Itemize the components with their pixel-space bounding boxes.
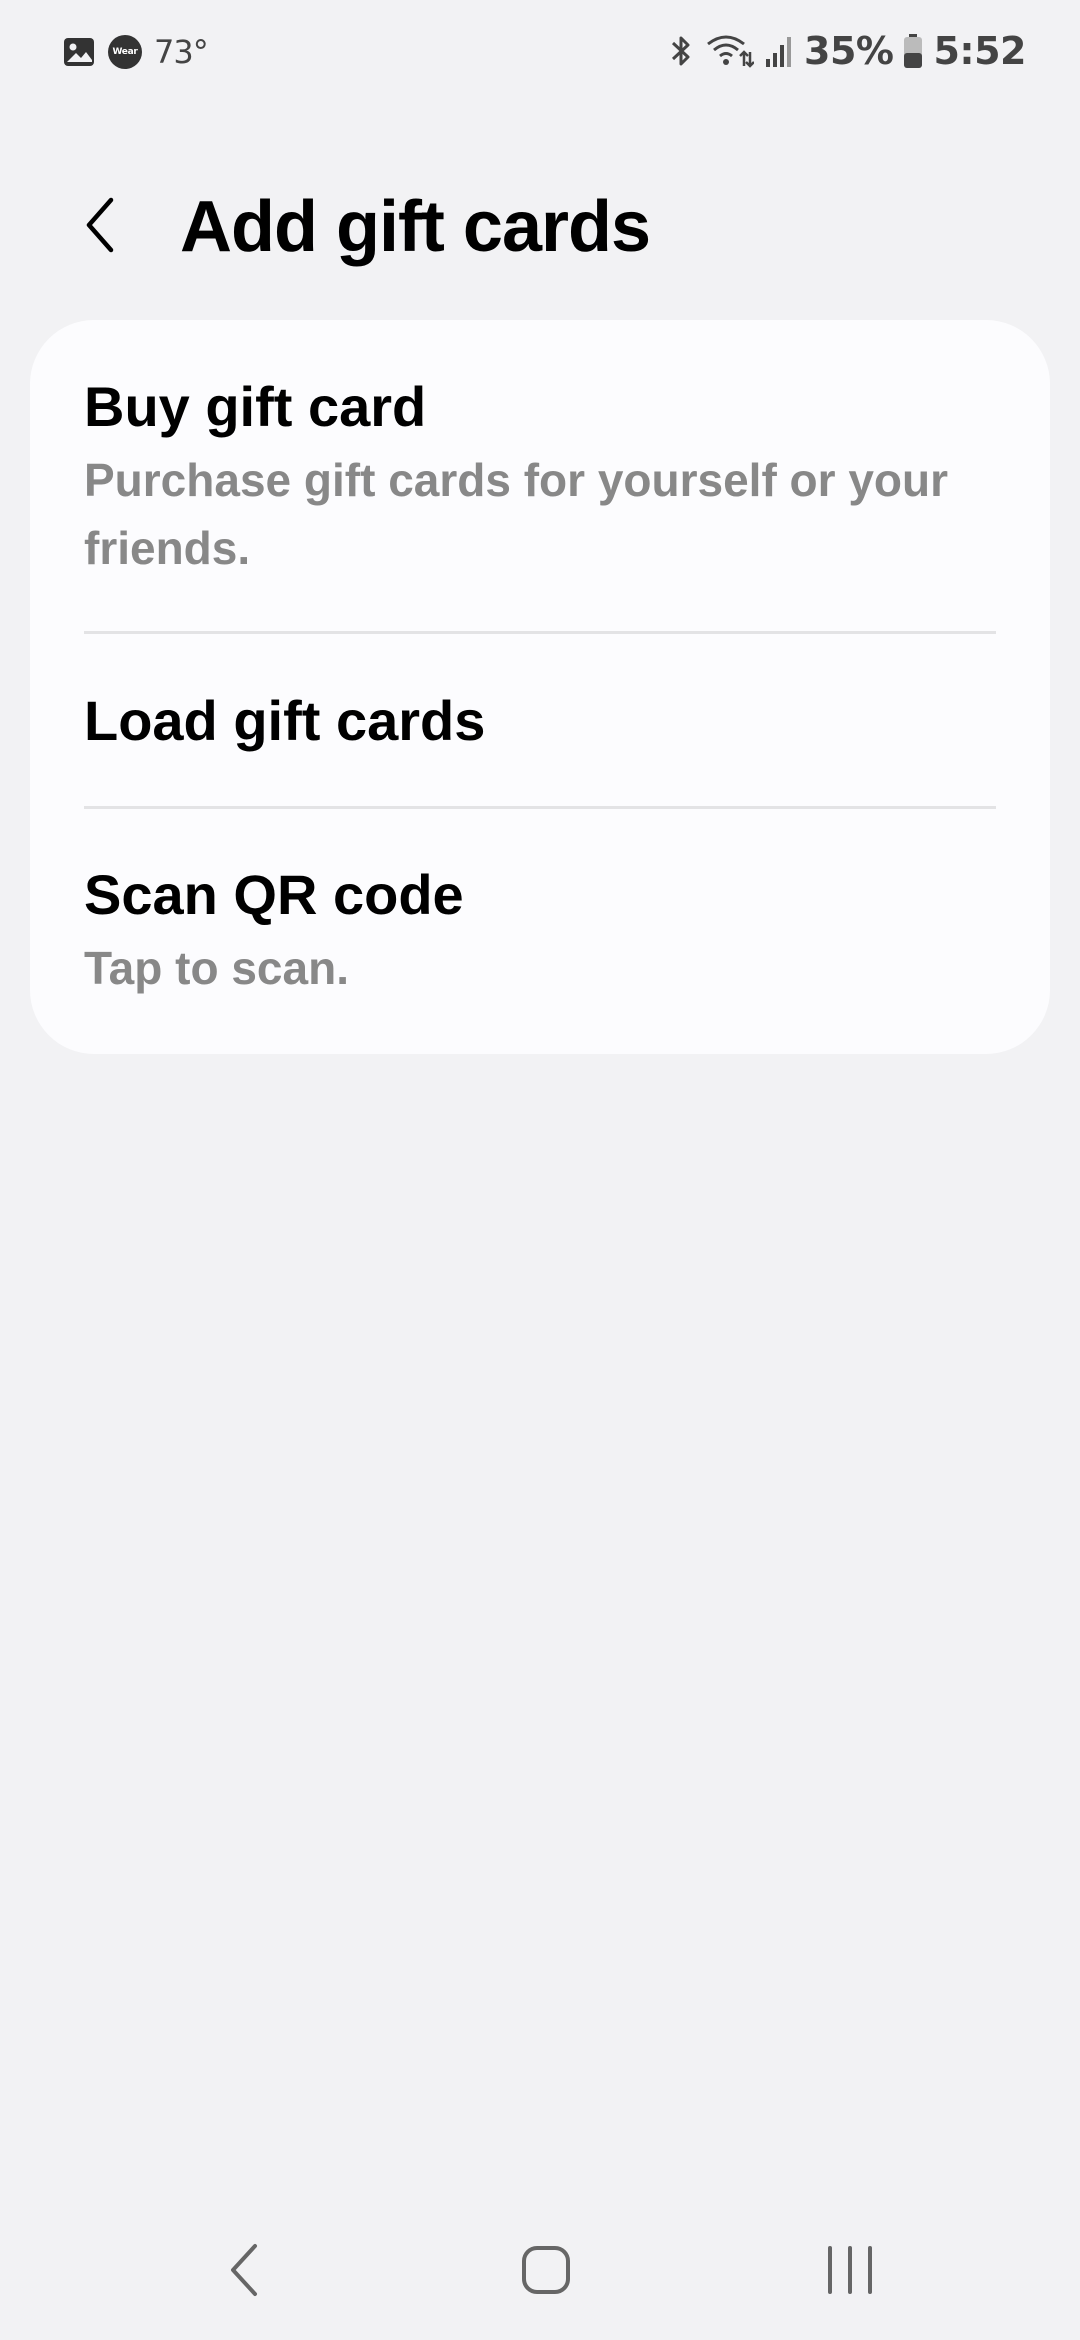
battery-percent: 35% [804,29,894,73]
nav-recents-button[interactable] [810,2230,890,2310]
wear-icon: Wear [108,35,142,69]
gallery-icon [62,35,96,69]
status-bar-right: 35% 5:52 [666,28,1026,74]
load-gift-cards-title: Load gift cards [84,689,486,752]
scan-qr-code-subtitle: Tap to scan. [84,942,349,994]
temperature: 73° [154,33,209,71]
chevron-left-icon [86,197,114,253]
recents-nav-icon [828,2246,872,2294]
bluetooth-icon [666,32,696,70]
divider [84,631,996,634]
buy-gift-card-title: Buy gift card [84,375,427,438]
buy-gift-card-item[interactable]: Buy gift card Purchase gift cards for yo… [84,372,996,582]
nav-home-button[interactable] [506,2230,586,2310]
signal-icon [764,33,794,69]
scan-qr-code-item[interactable]: Scan QR code Tap to scan. [84,860,996,1002]
back-nav-icon [231,2244,257,2296]
nav-back-button[interactable] [205,2230,285,2310]
battery-icon [903,33,923,69]
clock: 5:52 [933,29,1026,73]
gift-card-options-card: Buy gift card Purchase gift cards for yo… [30,320,1050,1054]
home-nav-icon [522,2246,570,2294]
divider [84,806,996,809]
status-bar-left: Wear 73° [62,30,209,74]
load-gift-cards-item[interactable]: Load gift cards [84,686,996,756]
back-button[interactable] [66,192,132,258]
page-title: Add gift cards [180,187,651,267]
scan-qr-code-title: Scan QR code [84,863,464,926]
app-header: Add gift cards [0,180,1080,270]
wifi-icon [706,32,754,70]
navigation-bar [0,2230,1080,2310]
buy-gift-card-subtitle: Purchase gift cards for yourself or your… [84,454,949,574]
status-bar: Wear 73° 35% 5:52 [0,0,1080,104]
